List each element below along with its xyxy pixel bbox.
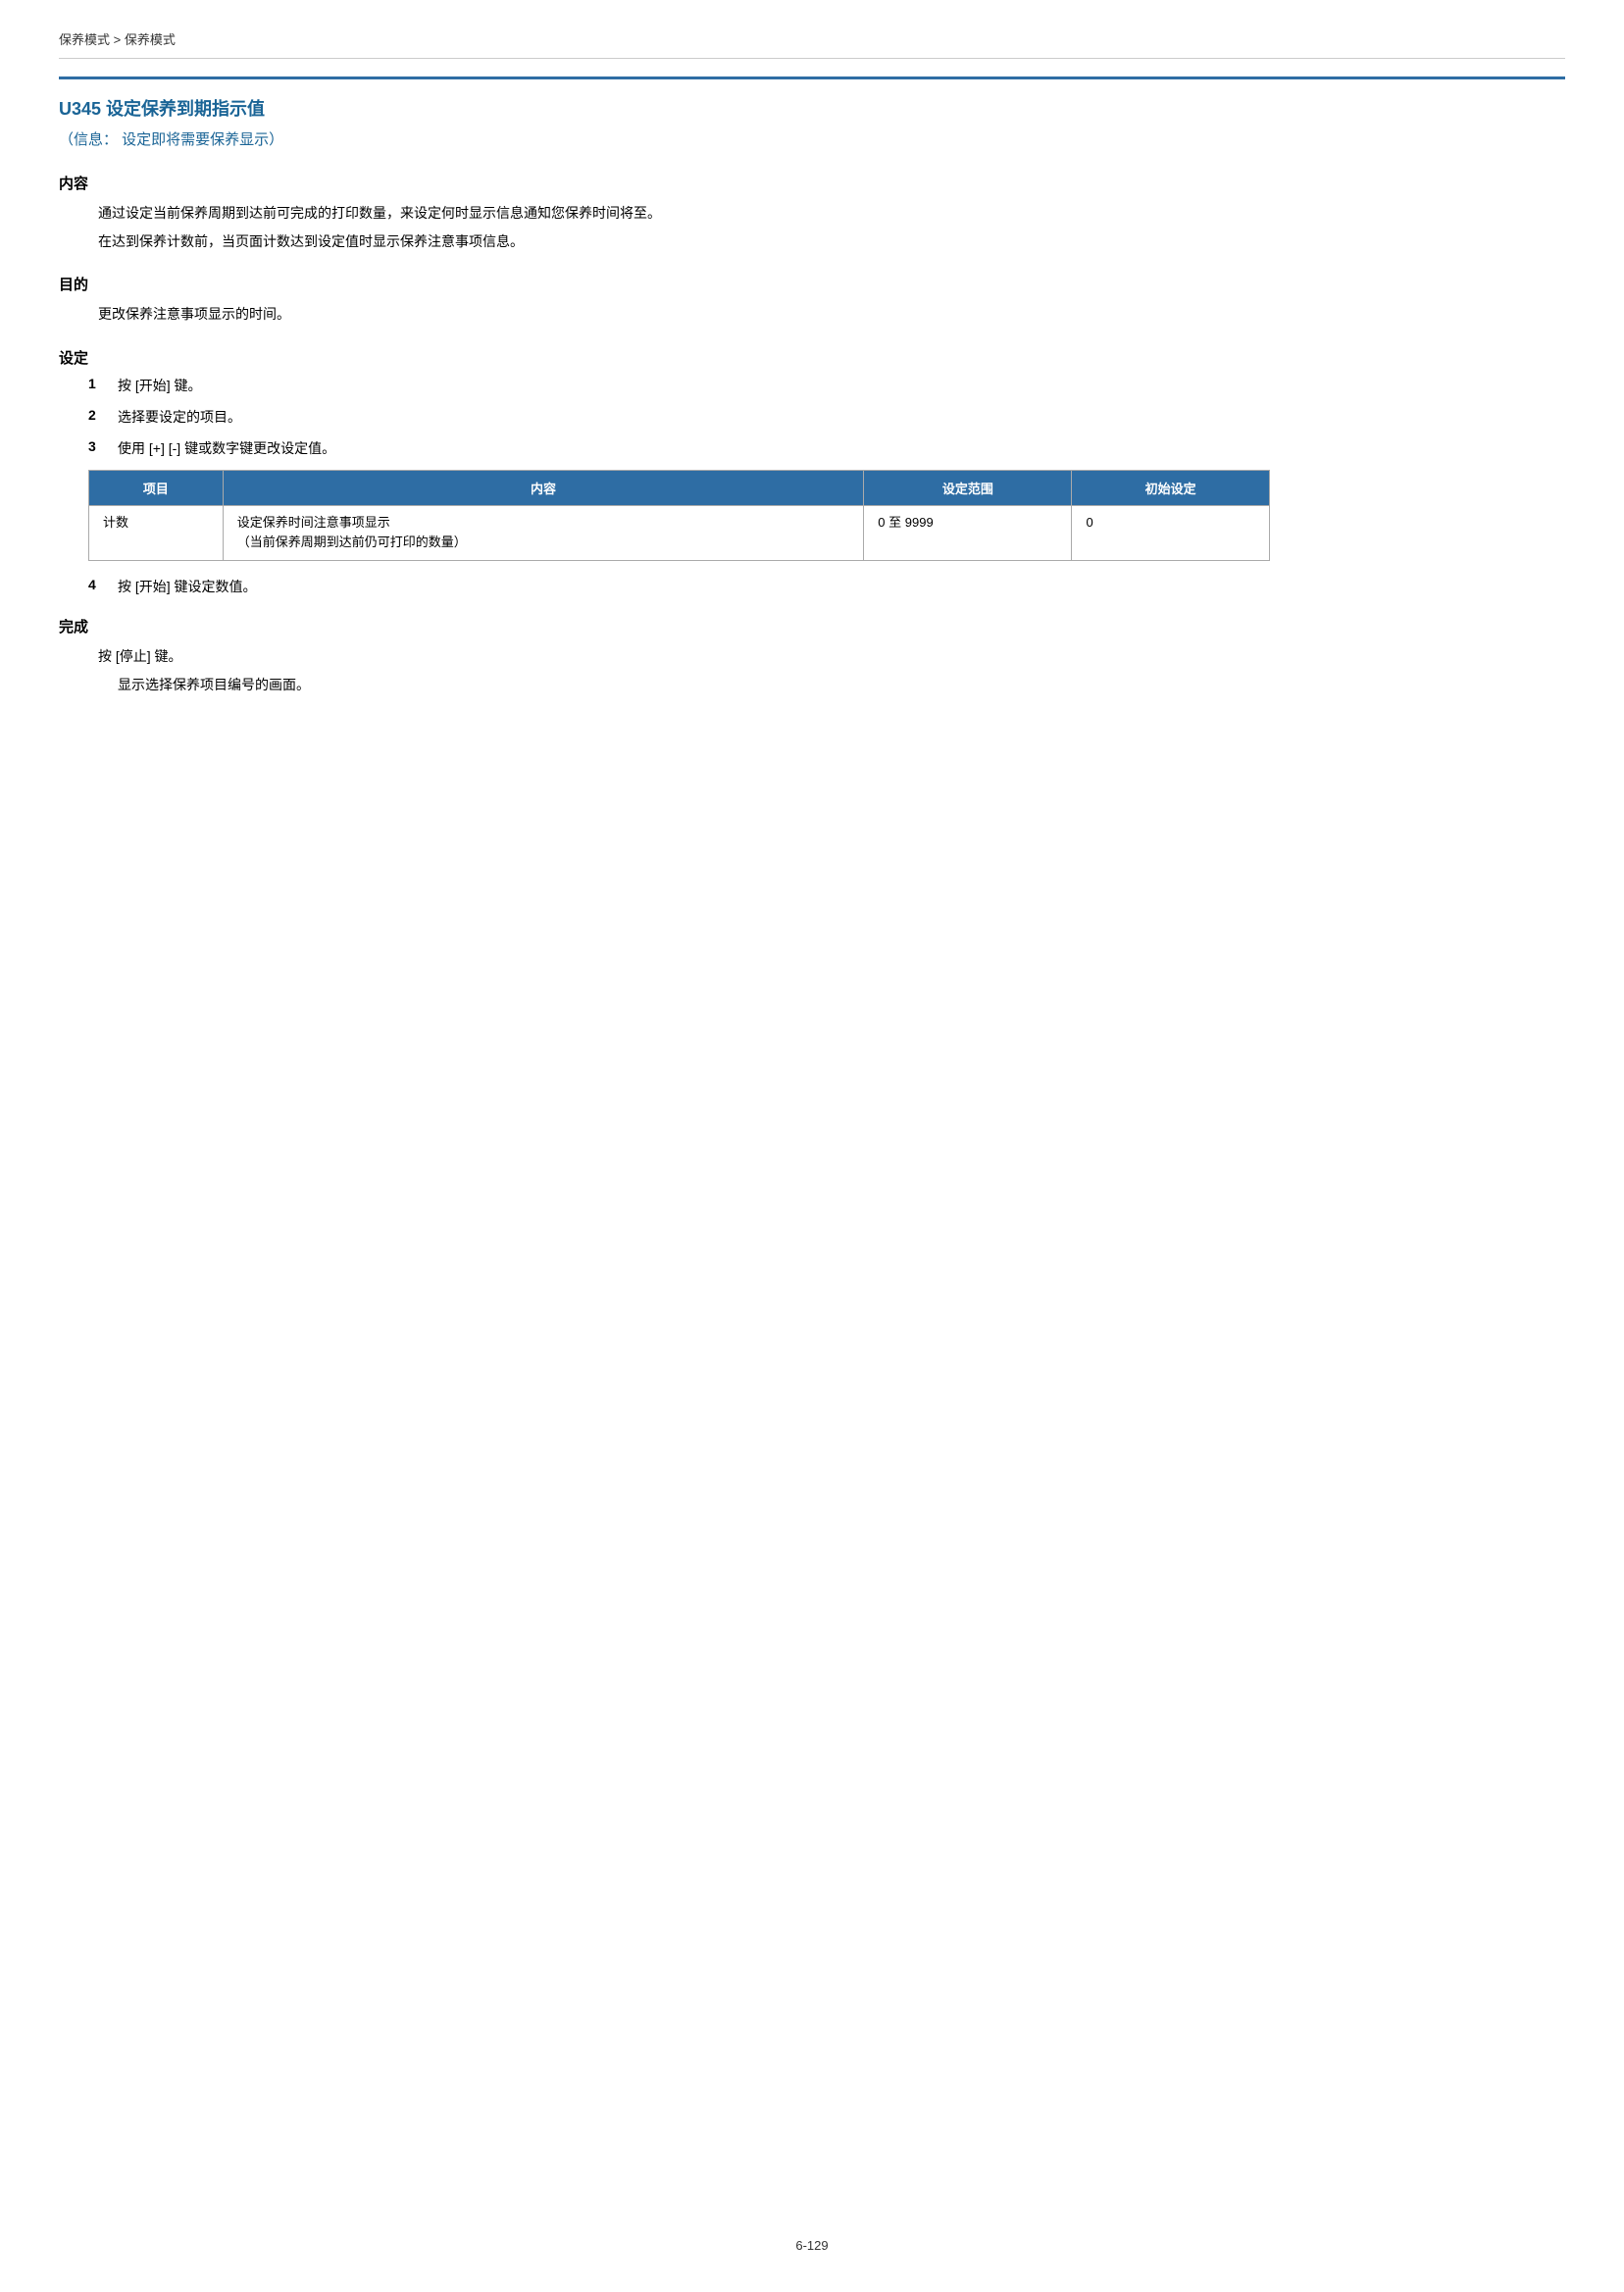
content-section: 内容 通过设定当前保养周期到达前可完成的打印数量，来设定何时显示信息通知您保养时… — [59, 173, 1565, 254]
setting-title: 设定 — [59, 347, 1565, 368]
content-body: 通过设定当前保养周期到达前可完成的打印数量，来设定何时显示信息通知您保养时间将至… — [98, 201, 1565, 254]
content-title: 内容 — [59, 173, 1565, 193]
settings-table: 项目 内容 设定范围 初始设定 计数 设定保养时间注意事项显示 （当前保养周期到… — [88, 470, 1270, 562]
step-1-text: 按 [开始] 键。 — [118, 376, 202, 395]
step-3-text: 使用 [+] [-] 键或数字键更改设定值。 — [118, 438, 335, 458]
breadcrumb: 保养模式 > 保养模式 — [59, 29, 1565, 59]
complete-section: 完成 按 [停止] 键。 显示选择保养项目编号的画面。 — [59, 616, 1565, 697]
cell-range: 0 至 9999 — [864, 505, 1072, 561]
col-header-content: 内容 — [223, 470, 864, 505]
step-4: 4 按 [开始] 键设定数值。 — [88, 577, 1565, 596]
page-title: U345 设定保养到期指示值 — [59, 95, 1565, 121]
settings-table-wrapper: 项目 内容 设定范围 初始设定 计数 设定保养时间注意事项显示 （当前保养周期到… — [88, 470, 1565, 562]
cell-content-line2: （当前保养周期到达前仍可打印的数量） — [237, 535, 467, 549]
page-subtitle: （信息： 设定即将需要保养显示） — [59, 128, 1565, 149]
purpose-body: 更改保养注意事项显示的时间。 — [98, 302, 1565, 327]
step-2-text: 选择要设定的项目。 — [118, 407, 241, 427]
purpose-section: 目的 更改保养注意事项显示的时间。 — [59, 274, 1565, 327]
table-header: 项目 内容 设定范围 初始设定 — [89, 470, 1270, 505]
table-body: 计数 设定保养时间注意事项显示 （当前保养周期到达前仍可打印的数量） 0 至 9… — [89, 505, 1270, 561]
col-header-item: 项目 — [89, 470, 224, 505]
footer-page-number: 6-129 — [0, 2238, 1624, 2253]
purpose-line-1: 更改保养注意事项显示的时间。 — [98, 302, 1565, 327]
table-row: 计数 设定保养时间注意事项显示 （当前保养周期到达前仍可打印的数量） 0 至 9… — [89, 505, 1270, 561]
cell-item: 计数 — [89, 505, 224, 561]
step-4-text: 按 [开始] 键设定数值。 — [118, 577, 257, 596]
top-divider — [59, 76, 1565, 79]
col-header-range: 设定范围 — [864, 470, 1072, 505]
complete-title: 完成 — [59, 616, 1565, 637]
complete-line-1: 按 [停止] 键。 — [98, 644, 1565, 669]
cell-content-line1: 设定保养时间注意事项显示 — [237, 515, 390, 530]
step-3: 3 使用 [+] [-] 键或数字键更改设定值。 — [88, 438, 1565, 458]
step-2-number: 2 — [88, 407, 118, 423]
complete-body: 按 [停止] 键。 显示选择保养项目编号的画面。 — [98, 644, 1565, 697]
cell-content: 设定保养时间注意事项显示 （当前保养周期到达前仍可打印的数量） — [223, 505, 864, 561]
step-1: 1 按 [开始] 键。 — [88, 376, 1565, 395]
step-3-number: 3 — [88, 438, 118, 454]
content-line-2: 在达到保养计数前，当页面计数达到设定值时显示保养注意事项信息。 — [98, 229, 1565, 254]
step-1-number: 1 — [88, 376, 118, 391]
complete-line-2: 显示选择保养项目编号的画面。 — [118, 673, 1565, 697]
step-4-number: 4 — [88, 577, 118, 592]
step-2: 2 选择要设定的项目。 — [88, 407, 1565, 427]
purpose-title: 目的 — [59, 274, 1565, 294]
setting-section: 设定 1 按 [开始] 键。 2 选择要设定的项目。 3 使用 [+] [-] … — [59, 347, 1565, 597]
cell-default: 0 — [1072, 505, 1269, 561]
col-header-default: 初始设定 — [1072, 470, 1269, 505]
content-line-1: 通过设定当前保养周期到达前可完成的打印数量，来设定何时显示信息通知您保养时间将至… — [98, 201, 1565, 226]
